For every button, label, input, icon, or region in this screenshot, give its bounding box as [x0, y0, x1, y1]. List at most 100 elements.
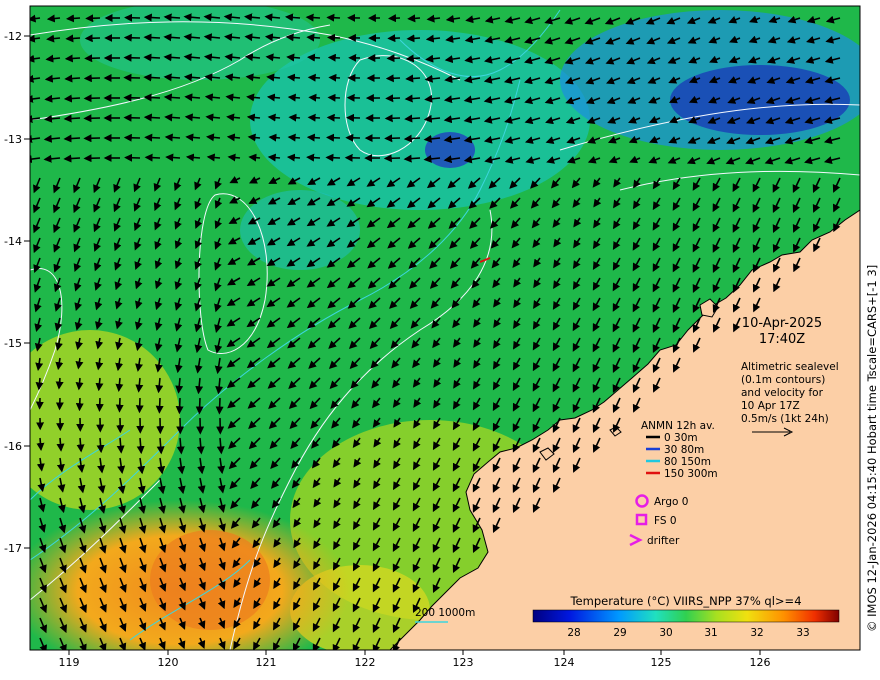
- velocity-arrow: [135, 397, 144, 414]
- velocity-arrow: [195, 397, 204, 415]
- velocity-arrow: [246, 113, 261, 122]
- lon-tick: 121: [256, 656, 277, 669]
- altimetry-line: and velocity for: [741, 387, 824, 399]
- velocity-arrow: [385, 94, 401, 103]
- colorbar-tick: 33: [796, 627, 809, 639]
- velocity-arrow: [266, 93, 281, 102]
- velocity-arrow: [155, 397, 164, 414]
- colorbar-tick: 28: [567, 627, 580, 639]
- velocity-arrow: [63, 94, 81, 103]
- velocity-arrow: [326, 13, 341, 22]
- velocity-arrow: [164, 113, 181, 122]
- colorbar-tick: 29: [613, 627, 626, 639]
- velocity-arrow: [164, 133, 181, 142]
- velocity-arrow: [403, 154, 421, 163]
- lat-tick: -16: [4, 440, 22, 453]
- velocity-arrow: [287, 93, 301, 102]
- velocity-arrow: [267, 153, 281, 162]
- velocity-arrow: [206, 153, 221, 162]
- velocity-arrow: [385, 74, 401, 83]
- velocity-arrow: [163, 73, 181, 82]
- velocity-arrow: [328, 73, 341, 82]
- colorbar-tick: 30: [659, 627, 672, 639]
- depth-label: 80 150m: [664, 456, 711, 468]
- velocity-arrow: [66, 14, 81, 23]
- lon-tick: 122: [355, 656, 376, 669]
- velocity-arrow: [96, 437, 105, 454]
- velocity-arrow: [143, 33, 161, 42]
- velocity-arrow: [267, 113, 281, 122]
- velocity-arrow: [75, 377, 84, 391]
- velocity-arrow: [384, 114, 401, 123]
- velocity-arrow: [185, 133, 201, 142]
- lon-tick: 119: [59, 656, 80, 669]
- lon-tick: 125: [651, 656, 672, 669]
- velocity-arrow: [65, 34, 81, 43]
- depth-label: 30 80m: [664, 444, 704, 456]
- velocity-arrow: [285, 33, 301, 42]
- lat-tick: -12: [4, 30, 22, 43]
- side-credit: © IMOS 12-Jan-2026 04:15:40 Hobart time …: [865, 265, 879, 632]
- velocity-arrow: [63, 114, 81, 123]
- velocity-arrow: [247, 133, 261, 142]
- velocity-arrow: [215, 397, 224, 415]
- cool-patch: [80, 6, 320, 80]
- lon-axis: 119 120 121 122 123 124 125 126: [59, 650, 771, 669]
- velocity-arrow: [405, 74, 421, 83]
- velocity-arrow: [286, 53, 301, 62]
- velocity-arrow: [308, 93, 321, 102]
- velocity-arrow: [326, 133, 341, 142]
- velocity-arrow: [266, 73, 281, 82]
- velocity-arrow: [165, 153, 181, 162]
- warm-patch: [30, 330, 180, 510]
- velocity-arrow: [406, 34, 421, 43]
- map-field: [30, 6, 860, 650]
- lat-tick: -14: [4, 235, 22, 248]
- velocity-arrow: [163, 93, 181, 102]
- velocity-arrow: [307, 73, 321, 82]
- velocity-arrow: [144, 133, 161, 142]
- velocity-arrow: [405, 54, 421, 63]
- lon-tick: 124: [554, 656, 575, 669]
- velocity-arrow: [288, 113, 301, 122]
- velocity-arrow: [306, 133, 321, 142]
- velocity-arrow: [286, 153, 301, 162]
- velocity-arrow: [163, 33, 181, 42]
- velocity-arrow: [286, 73, 301, 82]
- velocity-arrow: [143, 13, 161, 22]
- velocity-arrow: [285, 13, 301, 22]
- velocity-arrow: [383, 154, 401, 163]
- velocity-arrow: [144, 153, 161, 162]
- colorbar-tick: 31: [704, 627, 717, 639]
- depth-label: 150 300m: [664, 468, 718, 480]
- velocity-arrow: [306, 153, 321, 162]
- time-label: 17:40Z: [759, 332, 805, 347]
- velocity-arrow: [306, 33, 321, 42]
- lon-tick: 123: [453, 656, 474, 669]
- velocity-arrow: [36, 437, 45, 451]
- depth-label: 0 30m: [664, 432, 698, 444]
- velocity-arrow: [326, 113, 341, 122]
- velocity-arrow: [227, 153, 241, 162]
- velocity-arrow: [327, 93, 341, 102]
- velocity-arrow: [64, 54, 81, 63]
- colorbar-scale: [532, 609, 840, 623]
- cool-patch: [425, 132, 475, 168]
- velocity-arrow: [76, 437, 85, 453]
- velocity-arrow: [327, 33, 341, 42]
- velocity-arrow: [143, 113, 161, 122]
- velocity-arrow: [407, 14, 421, 23]
- altimetry-line: (0.1m contours): [741, 374, 825, 386]
- velocity-arrow: [307, 53, 321, 62]
- velocity-arrow: [163, 53, 181, 62]
- velocity-arrow: [325, 153, 341, 162]
- velocity-arrow: [307, 113, 321, 122]
- velocity-arrow: [175, 397, 184, 415]
- velocity-arrow: [63, 154, 81, 163]
- velocity-arrow: [287, 133, 301, 142]
- anmn-title: ANMN 12h av.: [641, 420, 715, 432]
- velocity-arrow: [143, 53, 161, 62]
- velocity-arrow: [64, 74, 81, 83]
- altimetry-line: 0.5m/s (1kt 24h): [741, 413, 829, 425]
- velocity-arrow: [327, 53, 341, 62]
